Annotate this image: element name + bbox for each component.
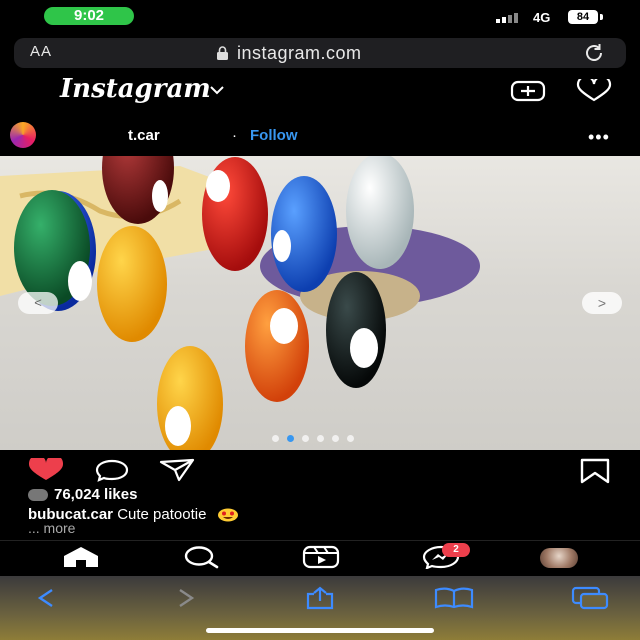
post-username[interactable]: t.car [128,127,160,144]
battery-tip [600,14,603,20]
like-icon[interactable] [26,458,66,482]
share-icon[interactable] [159,458,195,482]
caption-text: Cute patootie [117,506,207,523]
photo-scene [0,156,480,450]
heart-icon[interactable] [575,79,613,103]
new-post-icon[interactable] [510,80,546,102]
text-size-button[interactable]: AA [30,43,52,60]
forward-icon[interactable] [166,586,206,610]
messenger-badge: 2 [442,543,470,557]
follow-button[interactable]: Follow [250,127,298,144]
carousel-dot [302,435,309,442]
search-icon[interactable] [180,545,222,569]
profile-avatar[interactable] [540,548,578,568]
post-photo[interactable] [0,156,640,450]
chevron-down-icon[interactable] [208,84,226,96]
reload-icon[interactable] [582,42,606,64]
save-icon[interactable] [580,458,610,484]
post-avatar[interactable] [10,122,36,148]
back-icon[interactable] [26,586,66,610]
battery-icon: 84 [568,10,598,24]
liker-avatar [28,488,48,501]
lock-icon [217,45,228,60]
post-header [0,114,640,156]
carousel-dot [332,435,339,442]
caption-more-link[interactable]: ... more [28,520,75,536]
likes-count: 76,024 likes [54,486,138,503]
instagram-logo[interactable]: Instagram [60,74,211,104]
status-time: 9:02 [44,7,134,25]
carousel-dot [272,435,279,442]
share-sheet-icon[interactable] [300,586,340,610]
reels-icon[interactable] [300,545,342,569]
heart-eyes-emoji-icon [217,508,238,522]
carousel-dot [347,435,354,442]
carousel-dot [317,435,324,442]
carousel-indicator [272,435,354,442]
home-indicator[interactable] [206,628,434,633]
carousel-dot-active [287,435,294,442]
url-field[interactable]: instagram.com [216,42,362,64]
carousel-prev-button[interactable]: < [18,292,58,314]
separator-dot: · [232,127,237,144]
carousel-next-button[interactable]: > [582,292,622,314]
comment-icon[interactable] [94,458,130,482]
likes-row[interactable]: 76,024 likes [28,486,137,503]
home-icon[interactable] [60,545,102,569]
tabs-icon[interactable] [570,586,610,610]
url-text: instagram.com [237,42,362,63]
bookmarks-icon[interactable] [434,586,474,610]
signal-icon [496,13,522,23]
more-icon[interactable]: ••• [588,127,610,148]
network-type: 4G [533,10,551,25]
